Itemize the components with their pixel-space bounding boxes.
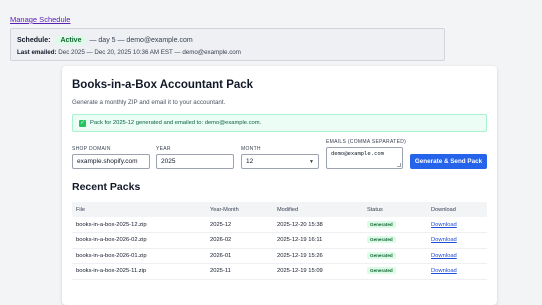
check-icon: ✓ <box>79 119 86 127</box>
table-row: books-in-a-box-2026-02.zip 2026-02 2025-… <box>72 232 487 249</box>
recent-packs-table: File Year-Month Modified Status Download… <box>72 202 487 280</box>
download-link[interactable]: Download <box>431 253 457 259</box>
column-header-download: Download <box>431 206 456 213</box>
chevron-down-icon: ▼ <box>309 159 314 165</box>
table-row: books-in-a-box-2026-01.zip 2026-01 2025-… <box>72 248 487 264</box>
file-name: books-in-a-box-2026-01.zip <box>72 248 206 264</box>
status-badge: Generated <box>367 267 396 275</box>
status-badge: Active <box>56 35 86 45</box>
page-subtitle: Generate a monthly ZIP and email it to y… <box>72 99 226 106</box>
modified-date: 2025-12-20 15:38 <box>273 217 363 233</box>
status-badge: Generated <box>367 251 396 259</box>
column-header-file: File <box>76 206 86 213</box>
download-link[interactable]: Download <box>431 237 457 243</box>
accountant-pack-card: Books-in-a-Box Accountant Pack Generate … <box>62 66 497 305</box>
year-value: 2025 <box>161 158 176 165</box>
download-link[interactable]: Download <box>431 222 457 228</box>
modified-date: 2025-12-19 15:26 <box>273 248 363 264</box>
shop-domain-input[interactable]: example.shopify.com <box>72 154 150 169</box>
recent-packs-title: Recent Packs <box>72 181 141 193</box>
status-badge: Generated <box>367 236 396 244</box>
last-emailed-label: Last emailed: <box>17 49 57 56</box>
year-month: 2026-02 <box>206 232 273 249</box>
schedule-status-row: Schedule: Active — day 5 — demo@example.… <box>17 35 438 45</box>
year-month: 2025-11 <box>206 263 273 280</box>
table-header-row: File Year-Month Modified Status Download <box>72 202 487 217</box>
table-row: books-in-a-box-2025-11.zip 2025-11 2025-… <box>72 263 487 280</box>
last-emailed-value: Dec 2025 — Dec 20, 2025 10:36 AM EST — d… <box>58 49 241 56</box>
column-header-year-month: Year-Month <box>210 206 239 213</box>
page-title: Books-in-a-Box Accountant Pack <box>72 79 254 91</box>
month-label: MONTH <box>241 146 261 152</box>
emails-label: EMAILS (COMMA SEPARATED) <box>326 139 407 145</box>
success-alert: ✓ Pack for 2025-12 generated and emailed… <box>72 114 487 132</box>
manage-schedule-link[interactable]: Manage Schedule <box>10 15 70 24</box>
month-value: 12 <box>246 158 254 165</box>
last-emailed-row: Last emailed: Dec 2025 — Dec 20, 2025 10… <box>17 49 438 56</box>
year-label: YEAR <box>156 146 171 152</box>
emails-value: demo@example.com <box>331 151 384 157</box>
emails-textarea[interactable]: demo@example.com <box>326 147 403 169</box>
modified-date: 2025-12-19 16:11 <box>273 232 363 249</box>
schedule-label: Schedule: <box>17 36 51 44</box>
alert-text: Pack for 2025-12 generated and emailed t… <box>90 120 262 126</box>
file-name: books-in-a-box-2025-12.zip <box>72 217 206 233</box>
file-name: books-in-a-box-2025-11.zip <box>72 263 206 280</box>
year-month: 2025-12 <box>206 217 273 233</box>
column-header-status: Status <box>367 206 383 213</box>
schedule-detail: — day 5 — demo@example.com <box>89 36 193 44</box>
status-badge: Generated <box>367 220 396 228</box>
download-link[interactable]: Download <box>431 268 457 274</box>
generate-send-button[interactable]: Generate & Send Pack <box>410 154 487 169</box>
shop-domain-value: example.shopify.com <box>77 158 138 165</box>
modified-date: 2025-12-19 15:09 <box>273 263 363 280</box>
schedule-panel: Schedule: Active — day 5 — demo@example.… <box>10 28 445 61</box>
month-select[interactable]: 12 ▼ <box>241 154 319 169</box>
table-row: books-in-a-box-2025-12.zip 2025-12 2025-… <box>72 217 487 233</box>
column-header-modified: Modified <box>277 206 299 213</box>
file-name: books-in-a-box-2026-02.zip <box>72 232 206 249</box>
resize-handle-icon[interactable] <box>397 163 401 167</box>
shop-domain-label: SHOP DOMAIN <box>72 146 111 152</box>
year-month: 2026-01 <box>206 248 273 264</box>
year-input[interactable]: 2025 <box>156 154 234 169</box>
